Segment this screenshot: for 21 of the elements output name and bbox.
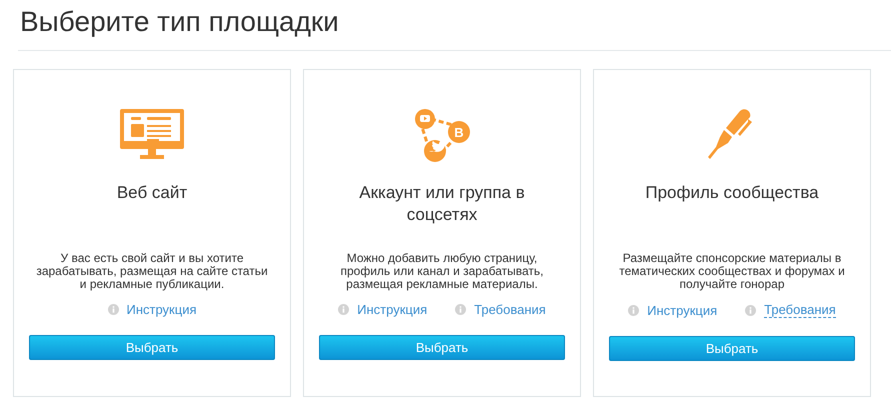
- select-button[interactable]: Выбрать: [319, 335, 565, 360]
- card-title: Профиль сообщества: [644, 182, 820, 204]
- card-description: Размещайте спонсорские материалы в тематических сообществах и форумах и получайте гонорар: [618, 252, 846, 292]
- monitor-icon: [120, 109, 184, 161]
- card-title: Веб сайт: [116, 182, 188, 204]
- select-button[interactable]: Выбрать: [29, 335, 275, 360]
- page-title: Выберите тип площадки: [20, 6, 339, 38]
- link[interactable]: Инструкция: [647, 302, 718, 318]
- link[interactable]: Требования: [474, 302, 546, 317]
- info-icon: [745, 304, 756, 316]
- info-icon: [628, 304, 640, 316]
- info-icon: [108, 304, 118, 315]
- info-icon: [338, 304, 350, 315]
- card-description: Можно добавить любую страницу, профиль или канал и зарабатывать, размещая рекламные материалы.: [340, 252, 544, 292]
- link[interactable]: Инструкция: [126, 302, 196, 317]
- card-title: Аккаунт или группа в соцсетях: [358, 182, 526, 226]
- card-description: У вас есть свой сайт и вы хотите зарабатывать, размещая на сайте статьи и рекламные публикации.: [35, 252, 269, 292]
- link[interactable]: Требования: [764, 302, 836, 318]
- link[interactable]: Инструкция: [357, 302, 428, 317]
- info-icon: [455, 304, 466, 315]
- select-button[interactable]: Выбрать: [609, 336, 855, 361]
